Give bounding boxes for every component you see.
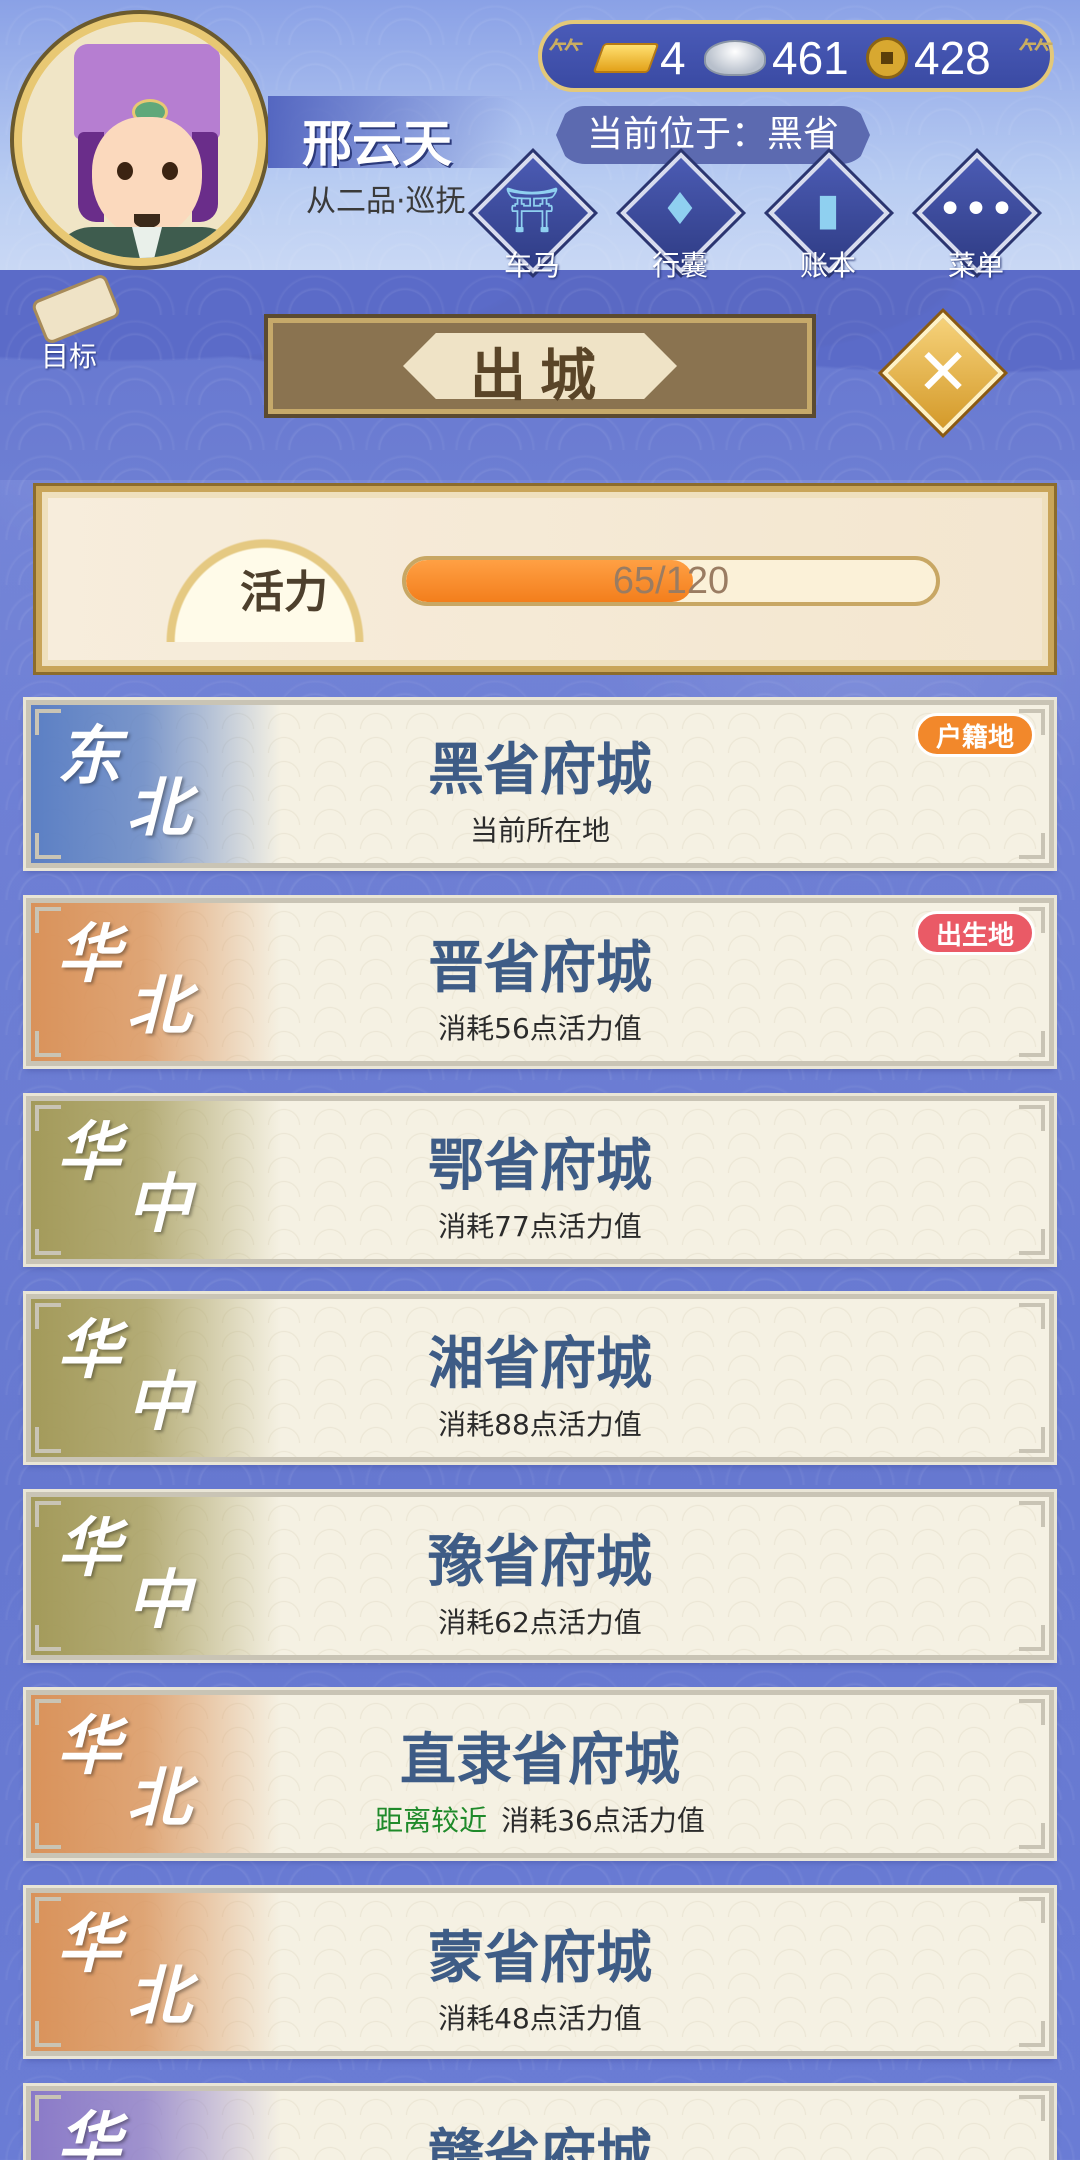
stamina-label: 活力 [240,567,328,618]
cost-text: 消耗77点活力值 [438,1210,642,1243]
stamina-value: 65/120 [612,560,730,602]
cost-text: 消耗36点活力值 [501,1804,705,1837]
goal-label: 目标 [40,340,97,373]
close-icon[interactable]: ✕ [900,330,986,416]
more-icon: ••• [937,184,1015,235]
city-badge: 户籍地 [914,713,1035,757]
city-cost: 当前所在地 [31,809,1049,849]
cost-text: 消耗62点活力值 [438,1606,642,1639]
cost-text: 消耗56点活力值 [438,1012,642,1045]
carriage-icon: ⛩ [504,185,560,236]
city-cost: 消耗48点活力值 [31,1997,1049,2037]
ledger-icon: ▮ [815,184,841,235]
city-cost: 消耗56点活力值 [31,1007,1049,1047]
silver-ingot-icon [704,40,766,76]
current-location: 当前位于：黑省 [556,106,870,164]
city-card[interactable]: 华赣省府城 [26,2086,1054,2160]
city-name: 黑省府城 [428,738,652,803]
city-card[interactable]: 华中鄂省府城 消耗77点活力值 [26,1096,1054,1264]
city-cost: 消耗62点活力值 [31,1601,1049,1641]
city-cost: 消耗88点活力值 [31,1403,1049,1443]
gold-amount: 4 [660,32,686,84]
city-card[interactable]: 华中湘省府城 消耗88点活力值 [26,1294,1054,1462]
city-name: 湘省府城 [428,1332,652,1397]
player-name: 邢云天 [302,115,452,173]
near-tag: 距离较近 [375,1804,488,1837]
silver-amount: 461 [772,32,849,84]
carriage-button[interactable]: ⛩ 车马 [472,152,594,284]
copper-coin-icon [866,37,908,79]
city-card[interactable]: 华北蒙省府城 消耗48点活力值 [26,1888,1054,2056]
city-name: 直隶省府城 [400,1728,680,1793]
currency-bar: ⺮ 4 461 428 ⺮ [538,20,1054,92]
ledger-button[interactable]: ▮ 账本 [768,152,890,284]
carriage-label: 车马 [503,249,560,282]
bamboo-icon: ⺮ [548,37,585,78]
city-card[interactable]: 华北直隶省府城 距离较近 消耗36点活力值 [26,1690,1054,1858]
silver-currency: 461 [704,32,849,84]
bag-label: 行囊 [651,249,708,282]
city-cost: 消耗77点活力值 [31,1205,1049,1245]
player-avatar[interactable] [14,14,266,266]
city-name: 蒙省府城 [428,1926,652,1991]
panel-title-banner: 出城 [268,318,812,414]
city-cost: 距离较近 消耗36点活力值 [31,1799,1049,1839]
city-card[interactable]: 华北晋省府城 消耗56点活力值 出生地 [26,898,1054,1066]
copper-amount: 428 [914,32,991,84]
city-card[interactable]: 华中豫省府城 消耗62点活力值 [26,1492,1054,1660]
menu-label: 菜单 [947,249,1004,282]
bag-icon: ♦ [660,184,700,235]
city-name: 豫省府城 [428,1530,652,1595]
ledger-label: 账本 [799,249,856,282]
gold-currency: 4 [592,32,686,84]
menu-button[interactable]: ••• 菜单 [916,152,1038,284]
bamboo-icon: ⺮ [1018,37,1055,78]
player-rank: 从二品·巡抚 [306,184,466,219]
cost-text: 当前所在地 [469,814,610,847]
city-name: 赣省府城 [428,2124,652,2160]
bag-button[interactable]: ♦ 行囊 [620,152,742,284]
city-name: 鄂省府城 [428,1134,652,1199]
cost-text: 消耗88点活力值 [438,1408,642,1441]
cost-text: 消耗48点活力值 [438,2002,642,2035]
copper-currency: 428 [866,32,991,84]
gold-ingot-icon [592,43,660,73]
panel-title: 出城 [470,344,610,409]
city-badge: 出生地 [914,911,1035,955]
city-name: 晋省府城 [428,936,652,1001]
goal-button[interactable]: 目标 [14,272,124,373]
city-card[interactable]: 东北黑省府城 当前所在地 户籍地 [26,700,1054,868]
